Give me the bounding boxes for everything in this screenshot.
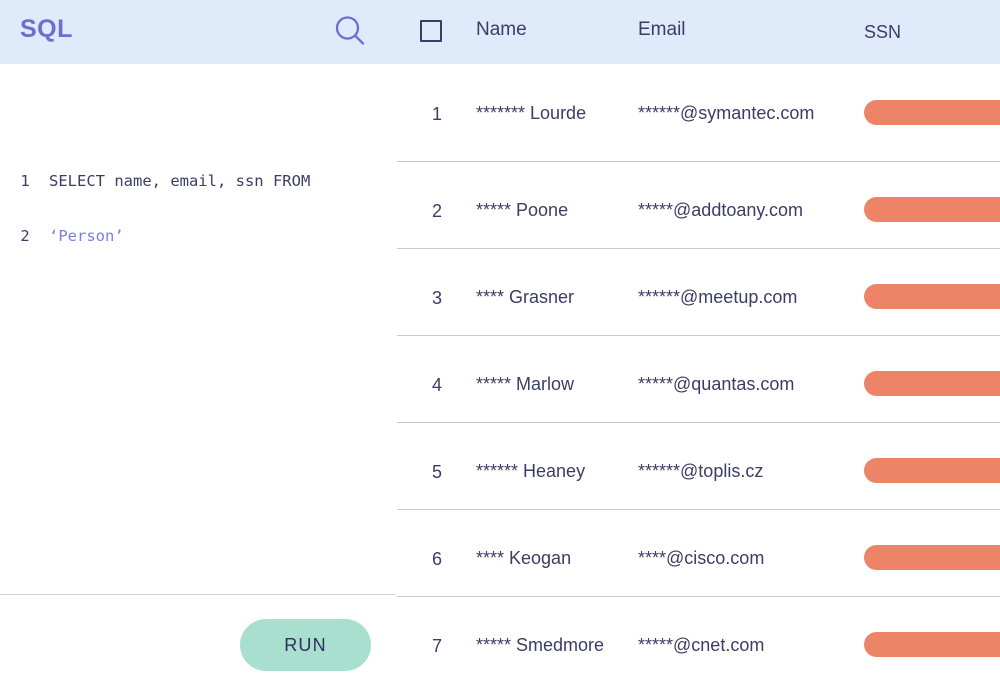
app-header: SQL Name Email SSN [0,0,1000,64]
row-index: 6 [431,549,442,569]
app-logo: SQL [20,15,73,43]
run-button[interactable]: RUN [240,619,371,671]
cell-ssn-redacted-bar [864,458,1000,483]
cell-name: **** Grasner [476,287,575,307]
row-index: 3 [431,288,442,308]
row-divider [397,248,1000,249]
sql-editor-panel[interactable]: 1 SELECT name, email, ssn FROM 2 ‘Person… [0,64,396,595]
code-line-1[interactable]: 1 SELECT name, email, ssn FROM [0,172,396,202]
cell-ssn-redacted-bar [864,545,1000,570]
line-number: 2 [20,227,30,245]
code-text: ‘Person’ [49,227,124,245]
select-all-checkbox[interactable] [420,20,442,42]
cell-email: ******@meetup.com [638,287,798,307]
results-table: 1 ******* Lourde ******@symantec.com 2 *… [396,64,1000,687]
row-index: 7 [431,636,442,656]
cell-name: ****** Heaney [476,461,586,481]
cell-email: ******@toplis.cz [638,461,764,481]
cell-name: ***** Marlow [476,374,575,394]
search-icon[interactable] [333,14,367,48]
row-index: 2 [431,201,442,221]
table-row[interactable]: 1 ******* Lourde ******@symantec.com [396,64,1000,151]
row-divider [397,422,1000,423]
cell-name: ******* Lourde [476,103,587,123]
cell-name: ***** Smedmore [476,635,605,655]
cell-email: ****@cisco.com [638,548,765,568]
row-index: 1 [431,104,442,124]
table-row[interactable]: 5 ****** Heaney ******@toplis.cz [396,422,1000,509]
row-divider [397,509,1000,510]
cell-ssn-redacted-bar [864,371,1000,396]
table-row[interactable]: 3 **** Grasner ******@meetup.com [396,248,1000,335]
row-index: 4 [431,375,442,395]
cell-ssn-redacted-bar [864,632,1000,657]
column-header-name[interactable]: Name [476,19,527,41]
line-number: 1 [20,172,30,190]
table-row[interactable]: 2 ***** Poone *****@addtoany.com [396,161,1000,248]
row-index: 5 [431,462,442,482]
cell-email: *****@cnet.com [638,635,765,655]
cell-email: ******@symantec.com [638,103,815,123]
table-row[interactable]: 6 **** Keogan ****@cisco.com [396,509,1000,596]
cell-email: *****@quantas.com [638,374,795,394]
table-row[interactable]: 7 ***** Smedmore *****@cnet.com [396,596,1000,683]
column-header-email[interactable]: Email [638,19,686,41]
cell-ssn-redacted-bar [864,284,1000,309]
code-line-2[interactable]: 2 ‘Person’ [0,227,396,257]
cell-ssn-redacted-bar [864,197,1000,222]
table-row[interactable]: 4 ***** Marlow *****@quantas.com [396,335,1000,422]
column-header-ssn[interactable]: SSN [864,22,901,43]
cell-email: *****@addtoany.com [638,200,804,220]
row-divider [397,161,1000,162]
code-text: SELECT name, email, ssn FROM [49,172,311,190]
row-divider [397,596,1000,597]
cell-name: ***** Poone [476,200,569,220]
cell-name: **** Keogan [476,548,572,568]
row-divider [397,335,1000,336]
cell-ssn-redacted-bar [864,100,1000,125]
